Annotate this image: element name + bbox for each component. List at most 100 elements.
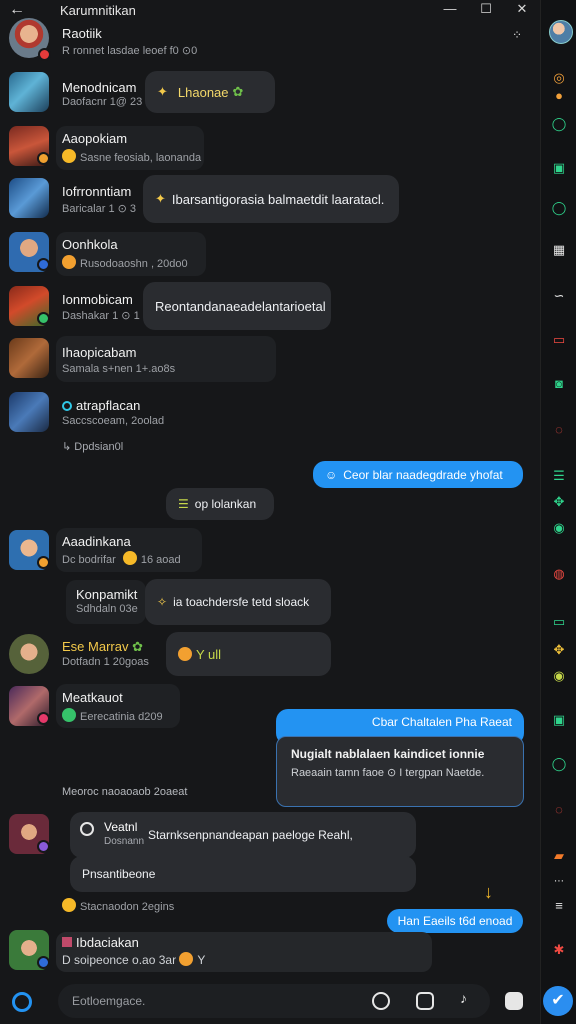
link-icon[interactable]: ∽	[551, 288, 567, 304]
message-text: ia toachdersfe tetd sloack	[173, 595, 310, 609]
status-badge	[38, 48, 51, 61]
bulb-icon: ✧	[157, 595, 168, 609]
chat-icon[interactable]: ◙	[551, 376, 567, 392]
attach-icon[interactable]	[505, 992, 523, 1010]
message-bubble[interactable]: ✦ Ibarsantigorasia balmaetdit laaratacl.	[143, 175, 399, 223]
message-bubble[interactable]: Reontandanaeadelantarioetal	[143, 282, 331, 330]
status-badge	[37, 840, 50, 853]
avatar	[9, 392, 49, 432]
smile-icon: ☺	[325, 467, 338, 482]
list-icon: ☰	[178, 497, 189, 511]
edit-icon[interactable]: ▰	[551, 848, 567, 864]
twitch-icon[interactable]: ▣	[551, 160, 567, 176]
sticker-icon[interactable]	[416, 992, 434, 1010]
search-icon	[80, 822, 94, 836]
timer-icon[interactable]: ◯	[551, 116, 567, 132]
chat-name: Iofrronntiam	[62, 184, 132, 199]
chat-row[interactable]: Aaadinkana Dc bodrifar 16 aoad	[0, 526, 540, 576]
time-icon[interactable]: ◌	[551, 802, 567, 818]
chat-row[interactable]: Ibdaciakan D soipeonce o.ao 3ar Y	[0, 930, 540, 974]
menu-icon[interactable]: ≡	[551, 898, 567, 914]
message-text: Ceor blar naadegdrade yhofat	[343, 467, 503, 482]
chat-name: Menodnicam	[62, 80, 137, 95]
composer: Eotloemgace. ♪	[0, 976, 540, 1024]
send-button[interactable]: ✔	[543, 986, 573, 1016]
info-icon[interactable]: ◯	[551, 200, 567, 216]
reply-icon: ↳	[62, 441, 75, 453]
chat-row[interactable]: Menodnicam Daofacnr 1@ 23 ✦ Lhaonae ✿	[0, 66, 540, 118]
grid-icon[interactable]: ☰	[551, 468, 567, 484]
chat-row[interactable]: Ese Marrav ✿ Dotfadn 1 20goas Y ull	[0, 630, 540, 680]
emoji-icon	[62, 255, 76, 269]
sparkle-icon: ✦	[157, 84, 168, 99]
chat-row[interactable]: Iofrronntiam Baricalar 1 ⊙ 3 ✦ Ibarsanti…	[0, 174, 540, 226]
right-rail: ◎ ● ◯ ▣ ◯ ▦ ∽ ▭ ◙ ◌ ☰ ✥ ◉ ◍ ▭ ✥ ◉ ▣ ◯ ◌ …	[540, 0, 576, 1024]
emoji-icon	[179, 952, 194, 966]
message-text: Reontandanaeadelantarioetal	[155, 298, 326, 314]
arrow-down-icon[interactable]: ↓	[484, 882, 493, 903]
clock-icon[interactable]: ◎	[551, 70, 567, 86]
chat-preview: Sdhdaln 03e	[76, 603, 138, 615]
chat-preview: Dc bodrifar	[62, 554, 116, 566]
expand-icon[interactable]: ✥	[551, 642, 567, 658]
power-icon[interactable]: ◍	[551, 566, 567, 582]
move-icon[interactable]: ✥	[551, 494, 567, 510]
thread-message[interactable]: Starnksenpnandeapan paeloge Reahl,	[70, 812, 416, 858]
camera-icon[interactable]	[12, 992, 32, 1012]
emoji-icon	[62, 149, 76, 163]
bookmark-icon[interactable]: ▣	[551, 712, 567, 728]
calendar-icon[interactable]: ▦	[551, 242, 567, 258]
chat-preview: Eerecatinia d209	[80, 711, 163, 723]
message-bubble[interactable]: ✧ ia toachdersfe tetd sloack	[145, 579, 331, 625]
avatar	[9, 338, 49, 378]
chat-preview: Rusodoaoshn , 20do0	[80, 258, 188, 270]
message-text: Starnksenpnandeapan paeloge Reahl,	[148, 828, 353, 842]
thread-meta: Stacnaodon 2egins	[62, 898, 174, 913]
more-icon[interactable]: ⁘	[512, 28, 522, 42]
chat-preview: Saccscoeam, 2oolad	[62, 415, 165, 427]
pin-alt-icon[interactable]: ◉	[551, 668, 567, 684]
tag-icon	[62, 937, 72, 947]
reply-card[interactable]: Nugialt nablalaen kaindicet ionnie Raeaa…	[276, 736, 524, 807]
pin-icon[interactable]: ◌	[551, 422, 567, 438]
outgoing-message[interactable]: ☺ Ceor blar naadegdrade yhofat	[313, 461, 523, 488]
chat-preview: Dotfadn 1 20goas	[62, 656, 149, 668]
chat-row[interactable]: atrapflacan Saccscoeam, 2oolad	[0, 390, 540, 442]
chat-time: 16 aoad	[140, 554, 181, 566]
chat-name: Oonhkola	[62, 237, 118, 252]
avatar	[9, 178, 49, 218]
chat-name: atrapflacan	[76, 398, 141, 413]
gif-icon[interactable]: ♪	[460, 990, 467, 1006]
location-icon[interactable]: ◉	[551, 520, 567, 536]
thread-block[interactable]: Starnksenpnandeapan paeloge Reahl, Veatn…	[0, 810, 540, 910]
dots-icon[interactable]: ⋯	[551, 874, 567, 890]
chat-name: Konpamikt	[76, 587, 138, 602]
emoji-picker-icon[interactable]	[372, 992, 390, 1010]
message-text: Ibarsantigorasia balmaetdit laaratacl.	[171, 191, 385, 207]
alert-icon[interactable]: ●	[551, 88, 567, 104]
ring-icon	[62, 401, 72, 411]
avatar[interactable]	[549, 20, 573, 44]
input-placeholder: Eotloemgace.	[72, 994, 146, 1008]
emoji-icon	[62, 898, 76, 912]
chat-row[interactable]: Ionmobicam Dashakar 1 ⊙ 1 Reontandanaead…	[0, 282, 540, 334]
chat-name: Ihaopicabam	[62, 345, 137, 360]
thread-footer[interactable]: Pnsantibeone	[70, 856, 416, 892]
chat-row[interactable]: Oonhkola Rusodoaoshn , 20do0	[0, 228, 540, 280]
avatar	[9, 72, 49, 112]
footer-text: Pnsantibeone	[82, 867, 156, 881]
search-rail-icon[interactable]: ◯	[551, 756, 567, 772]
center-chip[interactable]: ☰ op lolankan	[166, 488, 274, 520]
message-bubble[interactable]: Y ull	[166, 632, 331, 676]
bug-icon[interactable]: ✱	[551, 942, 567, 958]
chat-row-header[interactable]: Raotiik R ronnet lasdae leoef f0 ⊙0 ⁘	[0, 14, 540, 64]
chat-name: Raotiik	[62, 26, 102, 41]
chat-row[interactable]: Ihaopicabam Samala s+nen 1+.ao8s	[0, 336, 540, 388]
chat-row[interactable]: Konpamikt Sdhdaln 03e ✧ ia toachdersfe t…	[0, 578, 540, 628]
status-badge	[37, 712, 50, 725]
message-bubble[interactable]: ✦ Lhaonae ✿	[145, 71, 275, 113]
emoji-icon	[62, 708, 76, 722]
chat-row[interactable]: Aaopokiam Sasne feosiab, laonanda	[0, 122, 540, 174]
box-icon[interactable]: ▭	[551, 614, 567, 630]
card-icon[interactable]: ▭	[551, 332, 567, 348]
